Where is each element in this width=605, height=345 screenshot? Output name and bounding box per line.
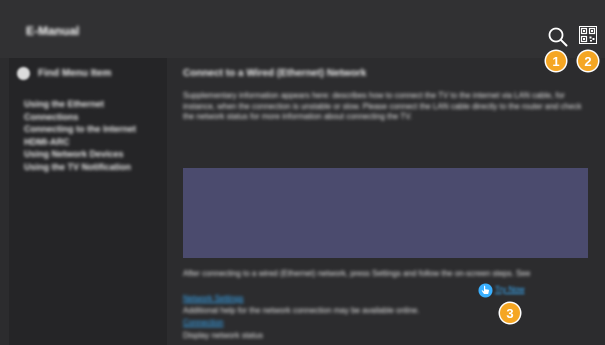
sidebar-list: Using the Ethernet Connections Connectin… (24, 98, 136, 173)
sidebar: Find Menu Item Using the Ethernet Connec… (9, 58, 167, 345)
app-title: E-Manual (26, 24, 80, 38)
sidebar-item[interactable]: Using the Ethernet (24, 98, 136, 111)
page-heading: Connect to a Wired (Ethernet) Network (183, 68, 367, 79)
qr-code-icon[interactable] (579, 26, 597, 44)
help-text: Additional help for the network connecti… (183, 306, 420, 315)
sidebar-header[interactable]: Find Menu Item (17, 67, 111, 80)
illustration-placeholder (183, 168, 588, 258)
main-content: Connect to a Wired (Ethernet) Network Su… (183, 58, 588, 345)
network-settings-link[interactable]: Network Settings (183, 294, 243, 303)
sidebar-item[interactable]: HDMI-ARC (24, 136, 136, 149)
sidebar-item[interactable]: Using the TV Notification (24, 161, 136, 174)
sidebar-item[interactable]: Connecting to the Internet (24, 123, 136, 136)
hand-pointer-icon (478, 283, 493, 298)
sidebar-item[interactable]: Connections (24, 111, 136, 124)
search-icon[interactable] (547, 26, 569, 48)
home-icon (17, 67, 30, 80)
instruction-paragraph: After connecting to a wired (Ethernet) n… (183, 269, 531, 278)
body-paragraph: Supplementary information appears here: … (183, 91, 582, 121)
try-now-link[interactable]: Try Now (495, 285, 524, 294)
status-text: Display network status (183, 331, 264, 340)
sidebar-item[interactable]: Using Network Devices (24, 148, 136, 161)
callout-badge-3: 3 (500, 303, 520, 323)
sidebar-header-label: Find Menu Item (38, 68, 112, 79)
connection-link[interactable]: Connection (183, 318, 223, 327)
top-bar: E-Manual (0, 0, 605, 58)
